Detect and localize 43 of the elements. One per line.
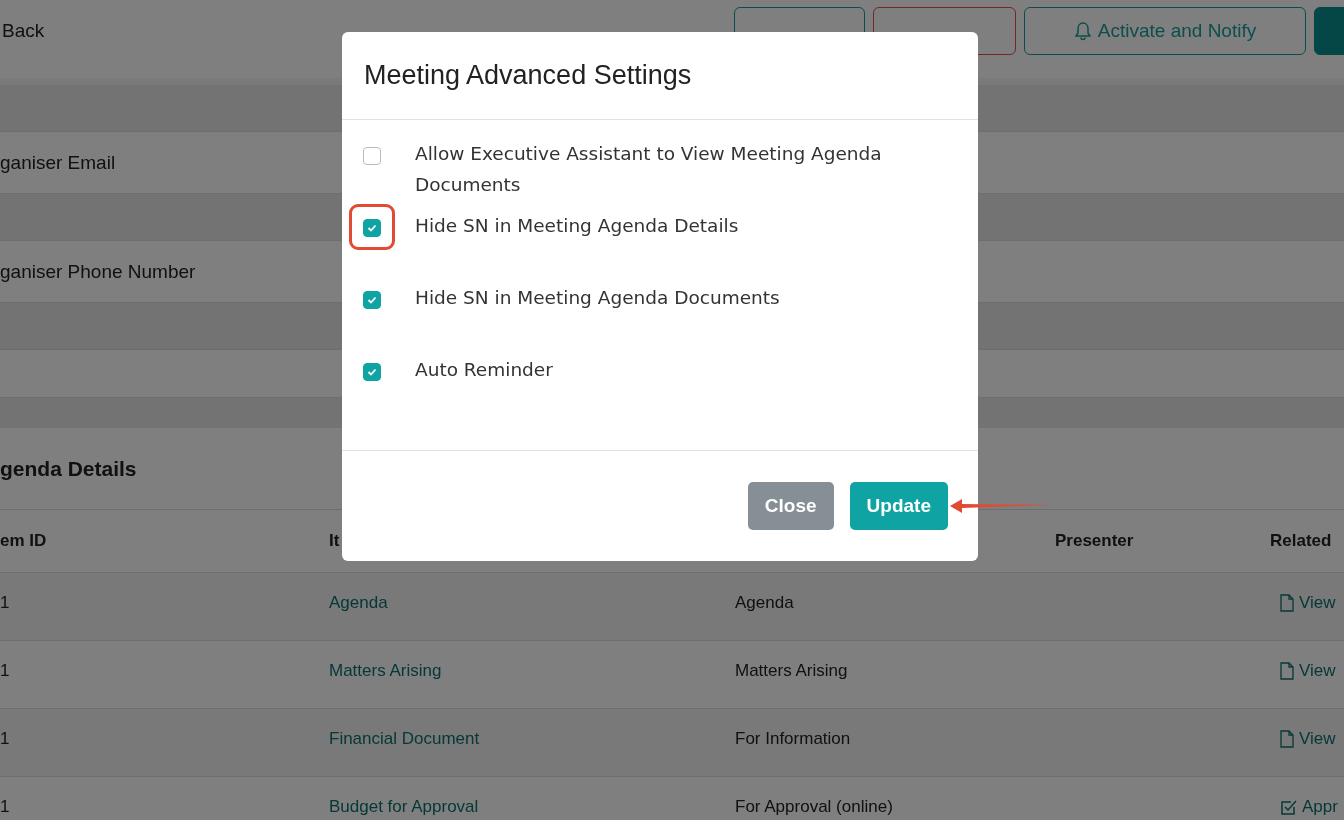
check-icon [367, 224, 377, 232]
document-icon [1280, 594, 1294, 612]
document-icon [1280, 662, 1294, 680]
document-icon [1280, 730, 1294, 748]
table-cell: 1 [0, 593, 10, 612]
back-link[interactable]: Back [2, 19, 45, 42]
document-link[interactable]: View [1299, 593, 1336, 613]
checkbox[interactable] [363, 291, 381, 309]
table-cell: Agenda [735, 593, 794, 612]
checkbox-icon [1280, 798, 1297, 816]
dialog-title: Meeting Advanced Settings [364, 60, 692, 91]
document-link[interactable]: View [1299, 661, 1336, 681]
bell-icon [1073, 21, 1092, 41]
table-cell: 1 [0, 729, 10, 748]
table-cell: For Information [735, 729, 851, 748]
checkbox[interactable] [363, 147, 381, 165]
item-link[interactable]: Agenda [329, 593, 388, 612]
check-icon [367, 368, 377, 376]
item-link[interactable]: Matters Arising [329, 661, 442, 680]
table-cell: 1 [0, 797, 10, 816]
check-icon [367, 296, 377, 304]
table-cell: For Approval (online) [735, 797, 893, 816]
update-button[interactable]: Update [849, 482, 948, 530]
item-link[interactable]: Financial Document [329, 729, 480, 748]
option-label: Auto Reminder [415, 358, 553, 382]
option-label: Hide SN in Meeting Agenda Details [415, 214, 739, 238]
option-label: Allow Executive Assistant to View Meeting Agenda Documents [415, 142, 883, 197]
column-header: Related [1270, 531, 1332, 550]
table-cell: 1 [0, 661, 10, 680]
field-label: ganiser Email [0, 151, 116, 174]
column-header: Presenter [1055, 531, 1134, 550]
document-link[interactable]: Appr [1302, 797, 1338, 817]
close-button[interactable]: Close [747, 482, 834, 530]
document-link[interactable]: View [1299, 729, 1336, 749]
table-cell: Matters Arising [735, 661, 848, 680]
checkbox[interactable] [363, 363, 381, 381]
field-label: ganiser Phone Number [0, 260, 196, 283]
column-header: em ID [0, 531, 47, 550]
checkbox[interactable] [363, 219, 381, 237]
item-link[interactable]: Budget for Approval [329, 797, 479, 816]
option-label: Hide SN in Meeting Agenda Documents [415, 286, 780, 310]
column-header: It [329, 531, 340, 550]
activate-notify-button[interactable]: Activate and Notify [1024, 7, 1306, 55]
